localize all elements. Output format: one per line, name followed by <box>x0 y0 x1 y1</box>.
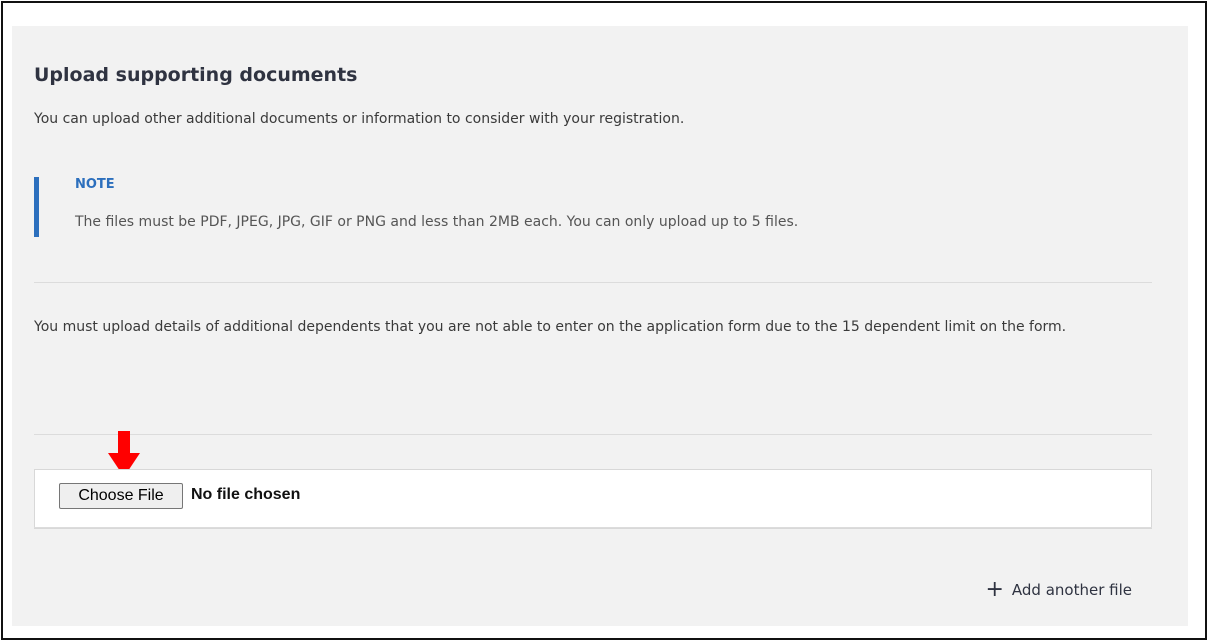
section-intro: You can upload other additional document… <box>34 111 685 127</box>
plus-icon: + <box>985 577 1004 602</box>
note-body: The files must be PDF, JPEG, JPG, GIF or… <box>75 214 799 230</box>
add-another-file-link[interactable]: + Add another file <box>985 577 1132 602</box>
divider <box>34 527 1152 528</box>
dependents-instruction: You must upload details of additional de… <box>34 319 1067 335</box>
note-title: NOTE <box>75 177 115 192</box>
divider <box>34 434 1152 435</box>
file-status-text: No file chosen <box>191 486 301 503</box>
divider <box>34 282 1152 283</box>
add-another-file-label: Add another file <box>1011 581 1132 599</box>
section-title: Upload supporting documents <box>34 64 358 86</box>
upload-section: Upload supporting documents You can uplo… <box>12 26 1188 626</box>
choose-file-button[interactable]: Choose File <box>59 483 183 509</box>
file-input-row: Choose File No file chosen <box>34 469 1152 529</box>
note-callout: NOTE The files must be PDF, JPEG, JPG, G… <box>34 177 1134 237</box>
